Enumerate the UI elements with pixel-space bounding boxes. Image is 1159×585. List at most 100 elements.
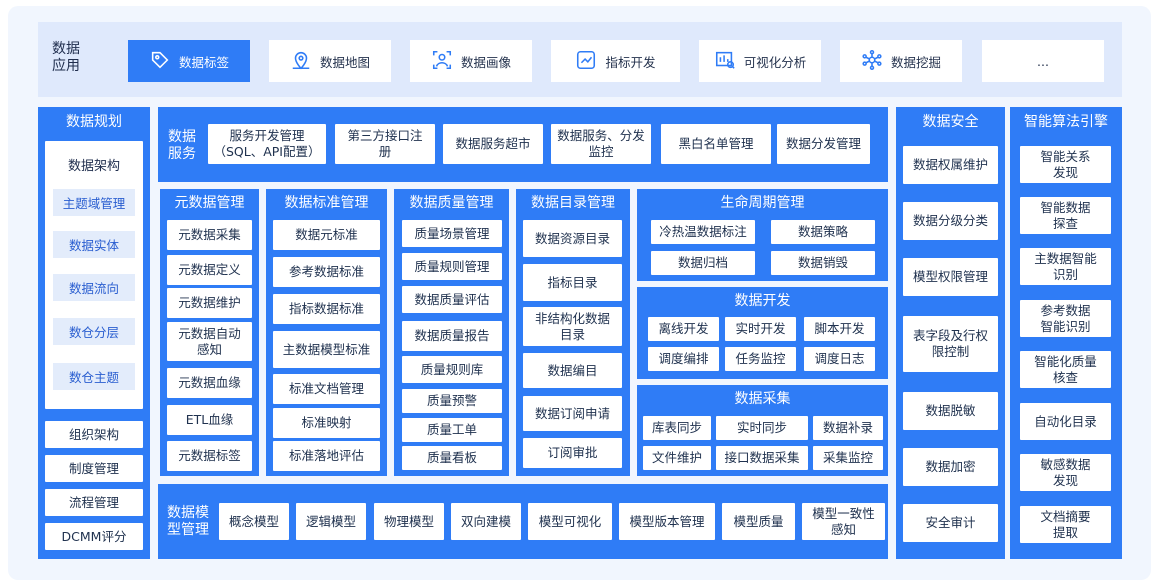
collect-item[interactable]: 接口数据采集	[716, 446, 808, 470]
app-visual-analysis[interactable]: 可视化分析	[699, 40, 821, 82]
quality-item[interactable]: 数据质量评估	[402, 286, 502, 313]
model-item[interactable]: 概念模型	[219, 503, 289, 540]
collect-item[interactable]: 数据补录	[813, 416, 883, 440]
quality-item[interactable]: 质量看板	[402, 446, 502, 470]
planning-org[interactable]: 组织架构	[45, 421, 143, 448]
quality-item[interactable]: 质量规则管理	[402, 253, 502, 280]
planning-dcmm[interactable]: DCMM评分	[45, 523, 143, 550]
meta-item[interactable]: 元数据自动 感知	[167, 322, 252, 361]
meta-item[interactable]: 元数据血缘	[167, 368, 252, 398]
quality-item[interactable]: 质量工单	[402, 418, 502, 442]
app-data-profile[interactable]: 数据画像	[410, 40, 532, 82]
collect-item[interactable]: 文件维护	[643, 446, 711, 470]
app-data-map[interactable]: 数据地图	[269, 40, 391, 82]
service-item[interactable]: 服务开发管理 （SQL、API配置）	[208, 124, 326, 164]
dev-item[interactable]: 任务监控	[725, 347, 796, 371]
app-label: 可视化分析	[744, 52, 807, 71]
app-label: 数据画像	[461, 52, 511, 71]
quality-item[interactable]: 质量场景管理	[402, 220, 502, 247]
catalog-item[interactable]: 指标目录	[523, 264, 622, 301]
meta-item[interactable]: 元数据标签	[167, 441, 252, 471]
security-item[interactable]: 数据加密	[903, 448, 998, 486]
app-label: 指标开发	[605, 52, 655, 71]
dev-item[interactable]: 调度日志	[804, 347, 875, 371]
service-item[interactable]: 数据分发管理	[777, 124, 870, 164]
model-item[interactable]: 模型可视化	[528, 503, 612, 540]
security-item[interactable]: 表字段及行权 限控制	[903, 316, 998, 372]
ai-item[interactable]: 参考数据 智能识别	[1020, 300, 1111, 337]
model-item[interactable]: 逻辑模型	[296, 503, 366, 540]
standard-item[interactable]: 数据元标准	[273, 220, 380, 250]
security-item[interactable]: 模型权限管理	[903, 258, 998, 296]
arch-item-theme[interactable]: 数仓主题	[53, 363, 135, 390]
service-item[interactable]: 第三方接口注 册	[335, 124, 435, 164]
dev-title: 数据开发	[637, 291, 888, 311]
standard-item[interactable]: 标准文档管理	[273, 374, 380, 404]
app-data-mining[interactable]: 数据挖掘	[840, 40, 962, 82]
network-icon	[861, 49, 883, 74]
collect-item[interactable]: 库表同步	[643, 416, 711, 440]
tag-icon	[149, 49, 171, 74]
security-item[interactable]: 数据脱敏	[903, 392, 998, 430]
lifecycle-item[interactable]: 冷热温数据标注	[651, 220, 755, 244]
quality-item[interactable]: 数据质量报告	[402, 321, 502, 351]
quality-item[interactable]: 质量预警	[402, 389, 502, 413]
collect-item[interactable]: 实时同步	[716, 416, 808, 440]
dev-item[interactable]: 脚本开发	[804, 317, 875, 341]
meta-item[interactable]: 元数据定义	[167, 255, 252, 285]
catalog-item[interactable]: 数据编目	[523, 353, 622, 388]
meta-item[interactable]: ETL血缘	[167, 405, 252, 435]
meta-item[interactable]: 元数据采集	[167, 220, 252, 250]
service-item[interactable]: 黑白名单管理	[661, 124, 771, 164]
ai-item[interactable]: 文档摘要 提取	[1020, 506, 1111, 543]
catalog-item[interactable]: 数据订阅申请	[523, 396, 622, 431]
catalog-item[interactable]: 订阅审批	[523, 438, 622, 468]
security-item[interactable]: 数据分级分类	[903, 202, 998, 240]
ai-item[interactable]: 智能数据 探查	[1020, 197, 1111, 234]
dev-item[interactable]: 离线开发	[648, 317, 719, 341]
app-data-tag[interactable]: 数据标签	[128, 40, 250, 82]
arch-item-entity[interactable]: 数据实体	[53, 231, 135, 258]
planning-policy[interactable]: 制度管理	[45, 455, 143, 482]
standard-item[interactable]: 参考数据标准	[273, 257, 380, 287]
ai-item[interactable]: 自动化目录	[1020, 403, 1111, 440]
catalog-item[interactable]: 数据资源目录	[523, 220, 622, 257]
meta-item[interactable]: 元数据维护	[167, 288, 252, 318]
arch-item-flow[interactable]: 数据流向	[53, 274, 135, 301]
service-item[interactable]: 数据服务超市	[443, 124, 543, 164]
quality-item[interactable]: 质量规则库	[402, 356, 502, 383]
profile-icon	[431, 49, 453, 74]
ai-item[interactable]: 主数据智能 识别	[1020, 248, 1111, 285]
app-metric-dev[interactable]: 指标开发	[551, 40, 680, 82]
dev-item[interactable]: 调度编排	[648, 347, 719, 371]
ai-item[interactable]: 敏感数据 发现	[1020, 454, 1111, 491]
model-item[interactable]: 模型一致性 感知	[802, 503, 885, 540]
collect-item[interactable]: 采集监控	[813, 446, 883, 470]
lifecycle-title: 生命周期管理	[637, 193, 888, 213]
dev-item[interactable]: 实时开发	[725, 317, 796, 341]
service-item[interactable]: 数据服务、分发 监控	[551, 124, 651, 164]
security-item[interactable]: 安全审计	[903, 504, 998, 542]
standard-item[interactable]: 主数据模型标准	[273, 331, 380, 368]
model-item[interactable]: 模型版本管理	[619, 503, 715, 540]
security-item[interactable]: 数据权属维护	[903, 146, 998, 184]
arch-item-topic-domain[interactable]: 主题域管理	[53, 189, 135, 216]
model-item[interactable]: 双向建模	[451, 503, 521, 540]
lifecycle-item[interactable]: 数据销毁	[771, 251, 875, 275]
lifecycle-item[interactable]: 数据策略	[771, 220, 875, 244]
map-icon	[290, 49, 312, 74]
app-more[interactable]: ...	[982, 40, 1104, 82]
standard-item[interactable]: 指标数据标准	[273, 294, 380, 324]
model-item[interactable]: 模型质量	[722, 503, 795, 540]
ai-item[interactable]: 智能关系 发现	[1020, 146, 1111, 183]
model-item[interactable]: 物理模型	[374, 503, 444, 540]
arch-item-layers[interactable]: 数仓分层	[53, 318, 135, 345]
security-title: 数据安全	[896, 112, 1005, 132]
standard-item[interactable]: 标准落地评估	[273, 441, 380, 471]
standard-item[interactable]: 标准映射	[273, 408, 380, 438]
catalog-item[interactable]: 非结构化数据 目录	[523, 307, 622, 346]
planning-process[interactable]: 流程管理	[45, 489, 143, 516]
ai-item[interactable]: 智能化质量 核查	[1020, 351, 1111, 388]
lifecycle-item[interactable]: 数据归档	[651, 251, 755, 275]
model-label: 数据模 型管理	[162, 502, 214, 542]
